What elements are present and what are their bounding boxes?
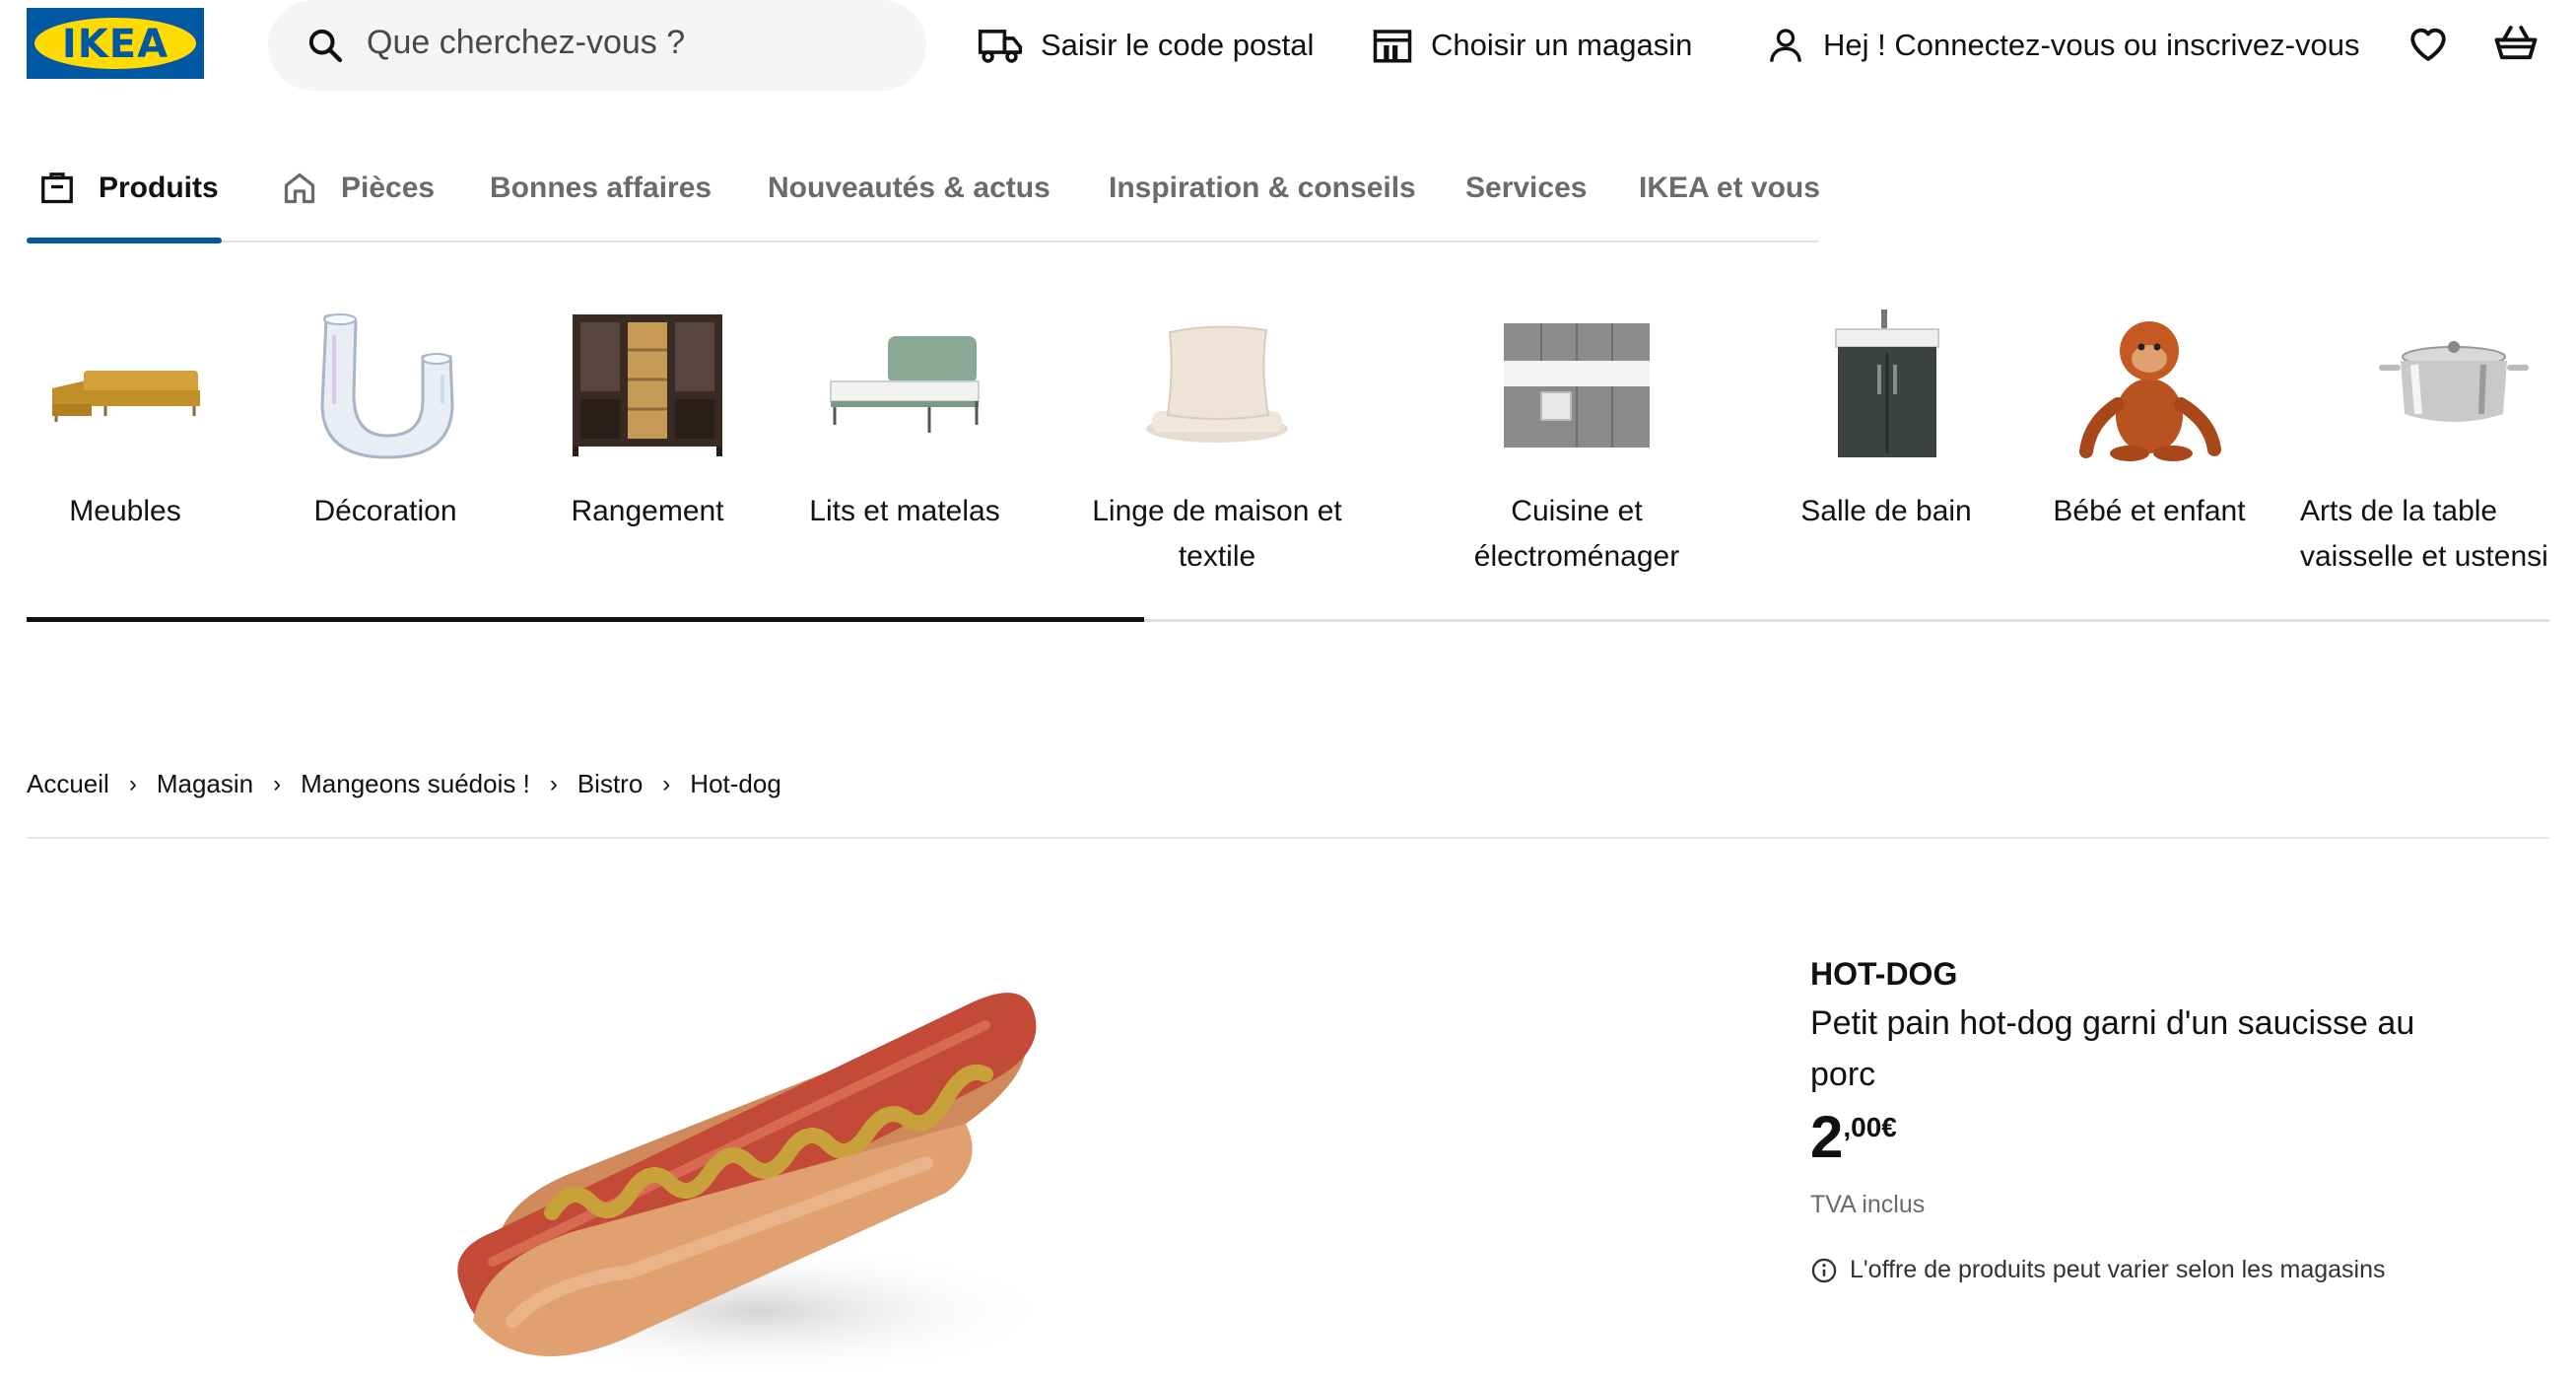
pot-image bbox=[2379, 341, 2529, 422]
search-icon bbox=[308, 29, 343, 63]
search-input[interactable]: Que cherchez-vous ? bbox=[268, 0, 926, 91]
category-label: Bébé et enfant bbox=[2053, 495, 2246, 527]
product-price: 2 ,00€ bbox=[1810, 1106, 1897, 1169]
vase-image bbox=[320, 313, 454, 459]
category-label: Salle de bain bbox=[1800, 495, 1972, 527]
chevron-right-icon: › bbox=[549, 770, 558, 797]
chevron-right-icon: › bbox=[128, 770, 137, 797]
nav-tab-inspiration[interactable]: Inspiration & conseils bbox=[1109, 166, 1416, 211]
product-image[interactable] bbox=[434, 966, 1242, 1378]
availability-note[interactable]: L'offre de produits peut varier selon le… bbox=[1810, 1256, 2386, 1284]
category-clip: Arts de la table vaisselle et ustensiles bbox=[2296, 296, 2549, 611]
vat-note: TVA inclus bbox=[1810, 1191, 1926, 1218]
availability-text: L'offre de produits peut varier selon le… bbox=[1850, 1256, 2386, 1283]
category-label: Meubles bbox=[69, 495, 181, 527]
chevron-right-icon: › bbox=[662, 770, 671, 797]
breadcrumb-item[interactable]: Magasin bbox=[157, 769, 253, 799]
house-icon bbox=[284, 172, 315, 204]
nav-tab-deals[interactable]: Bonnes affaires bbox=[490, 166, 712, 211]
nav-tab-news[interactable]: Nouveautés & actus bbox=[768, 166, 1051, 211]
postcode-button[interactable]: Saisir le code postal bbox=[978, 22, 1314, 69]
kitchen-image bbox=[1504, 323, 1650, 448]
category-bathroom[interactable]: Salle de bain bbox=[1788, 296, 1985, 534]
category-tableware[interactable]: Arts de la table vaisselle et ustensiles bbox=[2296, 296, 2549, 580]
nav-divider bbox=[27, 241, 1818, 242]
category-beds[interactable]: Lits et matelas bbox=[796, 296, 1013, 534]
category-decoration[interactable]: Décoration bbox=[287, 296, 484, 534]
breadcrumb-current: Hot-dog bbox=[690, 769, 781, 798]
account-button[interactable]: Hej ! Connectez-vous ou inscrivez-vous bbox=[1766, 22, 2359, 69]
nav-label: Services bbox=[1465, 172, 1588, 204]
product-name: HOT-DOG bbox=[1810, 956, 1958, 992]
product-box-icon bbox=[41, 172, 73, 204]
user-icon bbox=[1770, 29, 1801, 62]
store-button[interactable]: Choisir un magasin bbox=[1372, 22, 1692, 69]
category-label: Arts de la table vaisselle et ustensiles bbox=[2300, 495, 2549, 573]
search-placeholder: Que cherchez-vous ? bbox=[367, 24, 686, 61]
store-icon bbox=[1373, 30, 1412, 63]
postcode-label: Saisir le code postal bbox=[1041, 28, 1315, 62]
hot-dog-image bbox=[457, 993, 1054, 1378]
nav-tab-ikea-and-you[interactable]: IKEA et vous bbox=[1639, 166, 1820, 211]
account-label: Hej ! Connectez-vous ou inscrivez-vous bbox=[1823, 28, 2360, 62]
heart-icon bbox=[2410, 28, 2446, 61]
breadcrumb-item[interactable]: Bistro bbox=[577, 769, 643, 799]
nav-label: Inspiration & conseils bbox=[1109, 172, 1416, 204]
category-label: Lits et matelas bbox=[809, 495, 1000, 527]
nav-active-indicator bbox=[27, 238, 222, 243]
chevron-right-icon: › bbox=[273, 770, 282, 797]
nav-tab-services[interactable]: Services bbox=[1465, 166, 1587, 211]
category-storage[interactable]: Rangement bbox=[549, 296, 746, 534]
info-icon bbox=[1811, 1258, 1837, 1282]
logo-text: IKEA bbox=[61, 22, 169, 67]
nav-tab-rooms[interactable]: Pièces bbox=[282, 166, 435, 211]
ikea-logo[interactable]: IKEA bbox=[27, 8, 204, 79]
price-integer: 2 bbox=[1810, 1104, 1844, 1170]
truck-icon bbox=[978, 30, 1023, 63]
breadcrumb: Accueil › Magasin › Mangeons suédois ! ›… bbox=[27, 769, 781, 799]
category-baby[interactable]: Bébé et enfant bbox=[2051, 296, 2248, 534]
bathroom-cabinet-image bbox=[1835, 310, 1939, 457]
cart-button[interactable] bbox=[2493, 22, 2539, 70]
bed-image bbox=[830, 336, 980, 433]
store-label: Choisir un magasin bbox=[1431, 28, 1693, 62]
favorites-button[interactable] bbox=[2407, 24, 2449, 70]
nav-tab-products[interactable]: Produits bbox=[39, 166, 219, 211]
category-label: Cuisine et électroménager bbox=[1473, 495, 1680, 573]
breadcrumb-divider bbox=[27, 837, 2549, 839]
sofa-image bbox=[52, 371, 200, 422]
nav-label: IKEA et vous bbox=[1639, 172, 1820, 204]
nav-label: Produits bbox=[99, 172, 219, 204]
basket-icon bbox=[2494, 26, 2538, 60]
category-label: Décoration bbox=[313, 495, 457, 527]
pillow-image bbox=[1146, 325, 1288, 443]
nav-label: Bonnes affaires bbox=[490, 172, 712, 204]
category-label: Rangement bbox=[571, 495, 724, 527]
cabinet-image bbox=[573, 314, 722, 456]
category-kitchen[interactable]: Cuisine et électroménager bbox=[1439, 296, 1715, 580]
product-description: Petit pain hot-dog garni d'un saucisse a… bbox=[1810, 1004, 2415, 1093]
nav-label: Pièces bbox=[341, 172, 436, 204]
price-decimal: ,00€ bbox=[1843, 1112, 1897, 1142]
category-label: Linge de maison et textile bbox=[1092, 495, 1342, 573]
breadcrumb-item[interactable]: Mangeons suédois ! bbox=[301, 769, 530, 799]
breadcrumb-item[interactable]: Accueil bbox=[27, 769, 109, 799]
nav-label: Nouveautés & actus bbox=[768, 172, 1051, 204]
category-furniture[interactable]: Meubles bbox=[27, 296, 224, 534]
category-textiles[interactable]: Linge de maison et textile bbox=[1069, 296, 1365, 580]
plush-monkey-image bbox=[2079, 321, 2221, 461]
category-scrollbar-thumb[interactable] bbox=[27, 617, 1144, 622]
